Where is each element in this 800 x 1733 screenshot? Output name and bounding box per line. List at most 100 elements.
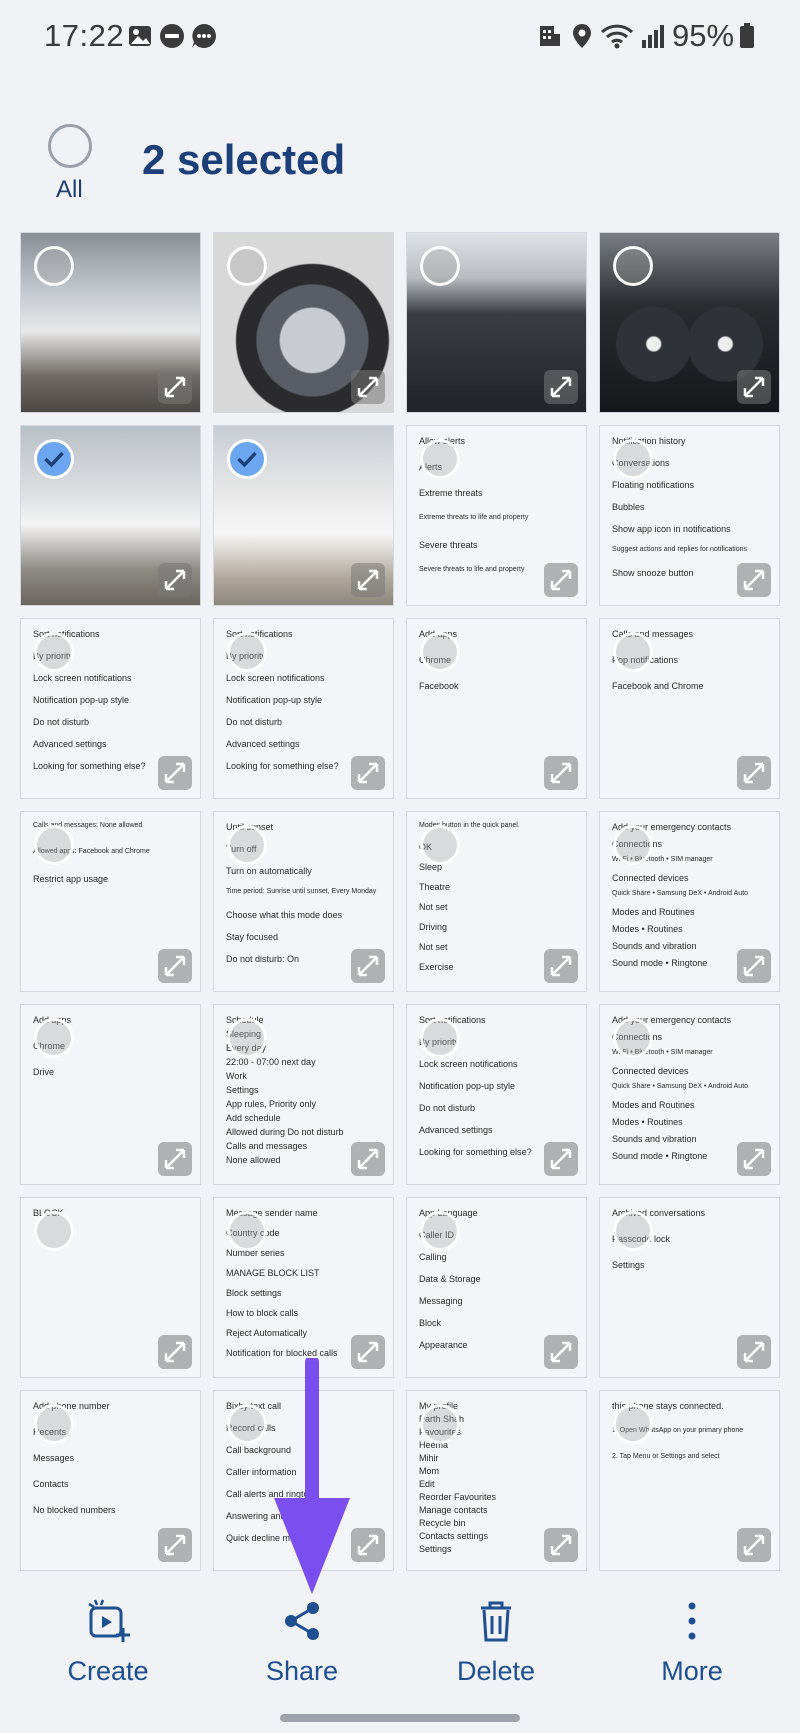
expand-icon[interactable] xyxy=(158,1142,192,1176)
screenshot-text: Settings xyxy=(226,1085,259,1095)
select-all-checkbox[interactable] xyxy=(48,124,92,168)
expand-icon[interactable] xyxy=(351,370,385,404)
select-circle[interactable] xyxy=(227,246,267,286)
expand-icon[interactable] xyxy=(544,563,578,597)
screenshot-tile[interactable]: Calls and messages: None allowed Allowed … xyxy=(20,811,201,992)
select-circle[interactable] xyxy=(613,439,653,479)
screenshot-tile[interactable]: Archived conversations Passcode lock Setti… xyxy=(599,1197,780,1378)
screenshot-text: Do not disturb xyxy=(419,1103,476,1113)
screenshot-text: Severe threats xyxy=(419,540,478,550)
expand-icon[interactable] xyxy=(158,1528,192,1562)
expand-icon[interactable] xyxy=(737,949,771,983)
select-circle[interactable] xyxy=(420,632,460,672)
screenshot-tile[interactable]: Notification history Conversations Floatin… xyxy=(599,425,780,606)
select-circle[interactable] xyxy=(613,1404,653,1444)
photo-tile[interactable] xyxy=(599,232,780,413)
select-circle[interactable] xyxy=(613,825,653,865)
select-all-label[interactable]: All xyxy=(56,176,83,204)
select-circle[interactable] xyxy=(34,246,74,286)
screenshot-tile[interactable]: Add your emergency contacts Connections Wi… xyxy=(599,811,780,992)
expand-icon[interactable] xyxy=(158,370,192,404)
screenshot-tile[interactable]: Until sunset Turn off Turn on automaticall… xyxy=(213,811,394,992)
select-circle[interactable] xyxy=(613,1211,653,1251)
selected-checkmark-icon[interactable] xyxy=(227,439,267,479)
screenshot-tile[interactable]: this phone stays connected. 1. Open Whats… xyxy=(599,1390,780,1571)
select-circle[interactable] xyxy=(34,825,74,865)
select-circle[interactable] xyxy=(613,632,653,672)
share-button[interactable]: Share xyxy=(222,1598,382,1687)
expand-icon[interactable] xyxy=(544,1335,578,1369)
expand-icon[interactable] xyxy=(351,949,385,983)
expand-icon[interactable] xyxy=(544,756,578,790)
select-circle[interactable] xyxy=(420,439,460,479)
screenshot-text: Messaging xyxy=(419,1296,463,1306)
select-circle[interactable] xyxy=(34,1018,74,1058)
select-circle[interactable] xyxy=(613,1018,653,1058)
screenshot-tile[interactable]: Add apps Chrome Drive xyxy=(20,1004,201,1185)
expand-icon[interactable] xyxy=(737,1335,771,1369)
screenshot-text: Facebook and Chrome xyxy=(612,681,704,691)
select-circle[interactable] xyxy=(227,1211,267,1251)
photo-tile[interactable] xyxy=(213,425,394,606)
select-circle[interactable] xyxy=(420,1211,460,1251)
screenshot-tile[interactable]: App Language Caller ID Calling Data & Stora… xyxy=(406,1197,587,1378)
expand-icon[interactable] xyxy=(158,756,192,790)
screenshot-text: Quick Share • Samsung DeX • Android Auto xyxy=(612,1083,749,1090)
select-circle[interactable] xyxy=(613,246,653,286)
expand-icon[interactable] xyxy=(737,563,771,597)
expand-icon[interactable] xyxy=(158,949,192,983)
expand-icon[interactable] xyxy=(737,756,771,790)
screenshot-tile[interactable]: Add your emergency contacts Connections Wi… xyxy=(599,1004,780,1185)
screenshot-tile[interactable]: Message sender name Country code Number se… xyxy=(213,1197,394,1378)
screenshot-text: App rules, Priority only xyxy=(226,1099,317,1109)
screenshot-tile[interactable]: Sort notifications By priority Lock screen… xyxy=(213,618,394,799)
expand-icon[interactable] xyxy=(737,370,771,404)
screenshot-text: Lock screen notifications xyxy=(226,673,325,683)
screenshot-tile[interactable]: Sort notifications By priority Lock screen… xyxy=(20,618,201,799)
select-circle[interactable] xyxy=(227,632,267,672)
more-button[interactable]: More xyxy=(612,1598,772,1687)
screenshot-text: Stay focused xyxy=(226,932,279,942)
screenshot-text: Modes • Routines xyxy=(612,924,683,934)
select-circle[interactable] xyxy=(227,1018,267,1058)
screenshot-tile[interactable]: Schedule Sleeping Every day 22:00 - 07:00 n… xyxy=(213,1004,394,1185)
select-circle[interactable] xyxy=(34,632,74,672)
screenshot-tile[interactable]: Calls and messages Pop notifications Faceb… xyxy=(599,618,780,799)
photo-tile[interactable] xyxy=(213,232,394,413)
select-circle[interactable] xyxy=(420,825,460,865)
screenshot-tile[interactable]: Modes button in the quick panel. OK Sleep T… xyxy=(406,811,587,992)
photo-tile[interactable] xyxy=(20,425,201,606)
select-circle[interactable] xyxy=(420,246,460,286)
delete-button[interactable]: Delete xyxy=(416,1598,576,1687)
expand-icon[interactable] xyxy=(351,563,385,597)
screenshot-text: Quick Share • Samsung DeX • Android Auto xyxy=(612,890,749,897)
select-circle[interactable] xyxy=(420,1404,460,1444)
expand-icon[interactable] xyxy=(351,1142,385,1176)
select-circle[interactable] xyxy=(227,825,267,865)
expand-icon[interactable] xyxy=(351,756,385,790)
expand-icon[interactable] xyxy=(737,1528,771,1562)
expand-icon[interactable] xyxy=(737,1142,771,1176)
photo-tile[interactable] xyxy=(406,232,587,413)
select-circle[interactable] xyxy=(227,1404,267,1444)
home-indicator[interactable] xyxy=(280,1714,520,1722)
screenshot-tile[interactable]: Add phone number Recents Messages Contacts N… xyxy=(20,1390,201,1571)
screenshot-tile[interactable]: BLOCK xyxy=(20,1197,201,1378)
photo-tile[interactable] xyxy=(20,232,201,413)
select-circle[interactable] xyxy=(420,1018,460,1058)
expand-icon[interactable] xyxy=(544,1142,578,1176)
select-circle[interactable] xyxy=(34,1211,74,1251)
expand-icon[interactable] xyxy=(158,1335,192,1369)
screenshot-text: Reorder Favourites xyxy=(419,1492,497,1502)
expand-icon[interactable] xyxy=(544,1528,578,1562)
expand-icon[interactable] xyxy=(544,370,578,404)
screenshot-tile[interactable]: Sort notifications By priority Lock screen… xyxy=(406,1004,587,1185)
screenshot-tile[interactable]: Add apps Chrome Facebook xyxy=(406,618,587,799)
expand-icon[interactable] xyxy=(158,563,192,597)
create-button[interactable]: Create xyxy=(28,1598,188,1687)
expand-icon[interactable] xyxy=(544,949,578,983)
screenshot-tile[interactable]: Allow alerts Alerts Extreme threats Extreme… xyxy=(406,425,587,606)
select-circle[interactable] xyxy=(34,1404,74,1444)
screenshot-tile[interactable]: My profile Parth Shah Favourites Heema Mihir… xyxy=(406,1390,587,1571)
selected-checkmark-icon[interactable] xyxy=(34,439,74,479)
